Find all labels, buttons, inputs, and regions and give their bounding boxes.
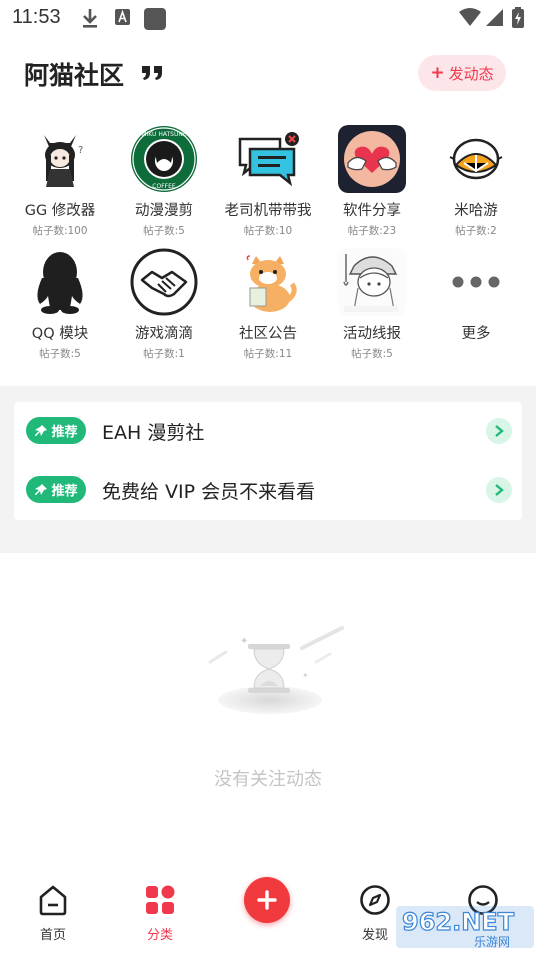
- recommend-tag-label: 推荐: [51, 425, 78, 440]
- category-item-more[interactable]: 更多: [424, 248, 528, 343]
- signal-icon: [486, 9, 503, 26]
- category-name: QQ 模块: [31, 326, 89, 342]
- category-name: 更多: [461, 326, 491, 342]
- category-name: 软件分享: [343, 203, 401, 219]
- category-item-qq[interactable]: QQ 模块 帖子数:5: [8, 248, 112, 361]
- recommend-tag-label: 推荐: [51, 484, 78, 499]
- nav-category[interactable]: 分类: [125, 884, 195, 943]
- category-count: 帖子数:100: [32, 225, 88, 237]
- status-bar: 11:53: [0, 0, 536, 36]
- compass-icon: [360, 885, 390, 915]
- recommend-text: 免费给 VIP 会员不来看看: [102, 481, 316, 503]
- site-watermark-logo: 962.NET 乐游网: [396, 906, 534, 949]
- pin-icon: [35, 483, 48, 495]
- category-item-events[interactable]: 活动线报 帖子数:5: [320, 248, 424, 361]
- hourglass-empty-illustration: ✦ ✦: [208, 626, 344, 714]
- recommend-row[interactable]: 推荐 免费给 VIP 会员不来看看: [14, 461, 522, 520]
- category-name: 游戏滴滴: [135, 326, 193, 342]
- category-item-driver[interactable]: 老司机带带我 帖子数:10: [216, 125, 320, 238]
- recommend-row[interactable]: 推荐 EAH 漫剪社: [14, 402, 522, 461]
- category-item-anime-edit[interactable]: MIKU HATSUNE COFFEE 动漫漫剪 帖子数:5: [112, 125, 216, 238]
- watermark-subtext: 乐游网: [474, 935, 510, 949]
- nav-category-label: 分类: [146, 928, 173, 943]
- category-count: 帖子数:5: [351, 348, 393, 360]
- cat-cartoon-icon: [234, 248, 302, 316]
- category-count: 帖子数:1: [143, 348, 185, 360]
- svg-text:COFFEE: COFFEE: [152, 183, 176, 190]
- category-count: 帖子数:23: [347, 225, 397, 237]
- nav-home[interactable]: 首页: [18, 884, 88, 943]
- anime-catgirl-icon: ?: [26, 125, 94, 193]
- chevron-right-icon: [486, 418, 512, 444]
- svg-text:✦: ✦: [240, 636, 248, 647]
- category-name: 社区公告: [239, 326, 297, 342]
- category-item-software[interactable]: 软件分享 帖子数:23: [320, 125, 424, 238]
- miku-coffee-badge-icon: MIKU HATSUNE COFFEE: [130, 125, 198, 193]
- category-item-gg[interactable]: ? GG 修改器 帖子数:100: [8, 125, 112, 238]
- post-update-button[interactable]: + 发动态: [418, 55, 506, 91]
- home-icon: [39, 885, 67, 916]
- category-item-announcement[interactable]: 社区公告 帖子数:11: [216, 248, 320, 361]
- download-icon: [83, 9, 97, 28]
- page-title: 阿猫社区: [24, 61, 125, 90]
- more-dots-icon: [442, 248, 510, 316]
- status-time: 11:53: [12, 6, 61, 28]
- category-item-mihoyo[interactable]: 米哈游 帖子数:2: [424, 125, 528, 238]
- empty-state-text: 没有关注动态: [214, 769, 322, 790]
- recommend-tag: 推荐: [26, 476, 86, 503]
- anime-girl-sketch-icon: [338, 248, 406, 316]
- translate-icon: [115, 9, 130, 25]
- category-name: 米哈游: [454, 203, 498, 219]
- svg-text:✦: ✦: [302, 671, 309, 680]
- svg-text:?: ?: [78, 145, 83, 156]
- recommend-card: 推荐 EAH 漫剪社 推荐 免费给 VIP 会员不来看看: [14, 402, 522, 520]
- category-count: 帖子数:5: [143, 225, 185, 237]
- category-count: 帖子数:11: [243, 348, 293, 360]
- chevron-right-icon: [486, 477, 512, 503]
- post-update-label: 发动态: [448, 64, 494, 83]
- chat-bubbles-icon: [234, 125, 302, 193]
- plus-icon: [257, 890, 277, 910]
- category-name: GG 修改器: [24, 203, 96, 219]
- lemon-icon: [442, 125, 510, 193]
- nav-home-label: 首页: [39, 928, 66, 943]
- category-name: 动漫漫剪: [135, 203, 193, 219]
- qq-penguin-icon: [26, 248, 94, 316]
- quote-icon: [142, 66, 162, 80]
- heart-hands-icon: [338, 125, 406, 193]
- category-name: 活动线报: [343, 326, 401, 342]
- category-count: 帖子数:2: [455, 225, 497, 237]
- app-square-icon: [144, 8, 166, 30]
- pin-icon: [35, 424, 48, 436]
- category-count: 帖子数:10: [243, 225, 293, 237]
- recommend-tag: 推荐: [26, 417, 86, 444]
- category-count: 帖子数:5: [39, 348, 81, 360]
- header: 阿猫社区 + 发动态: [0, 50, 536, 98]
- recommend-text: EAH 漫剪社: [102, 422, 205, 444]
- battery-icon: [512, 7, 524, 28]
- category-item-game-didi[interactable]: 游戏滴滴 帖子数:1: [112, 248, 216, 361]
- plus-icon: +: [430, 63, 445, 83]
- svg-text:MIKU HATSUNE: MIKU HATSUNE: [141, 131, 187, 138]
- category-name: 老司机带带我: [224, 203, 312, 219]
- category-grid-icon: [146, 885, 175, 914]
- handshake-icon: [130, 248, 198, 316]
- add-post-fab[interactable]: [244, 877, 290, 923]
- watermark-text: 962.NET: [402, 908, 515, 936]
- wifi-icon: [459, 8, 481, 26]
